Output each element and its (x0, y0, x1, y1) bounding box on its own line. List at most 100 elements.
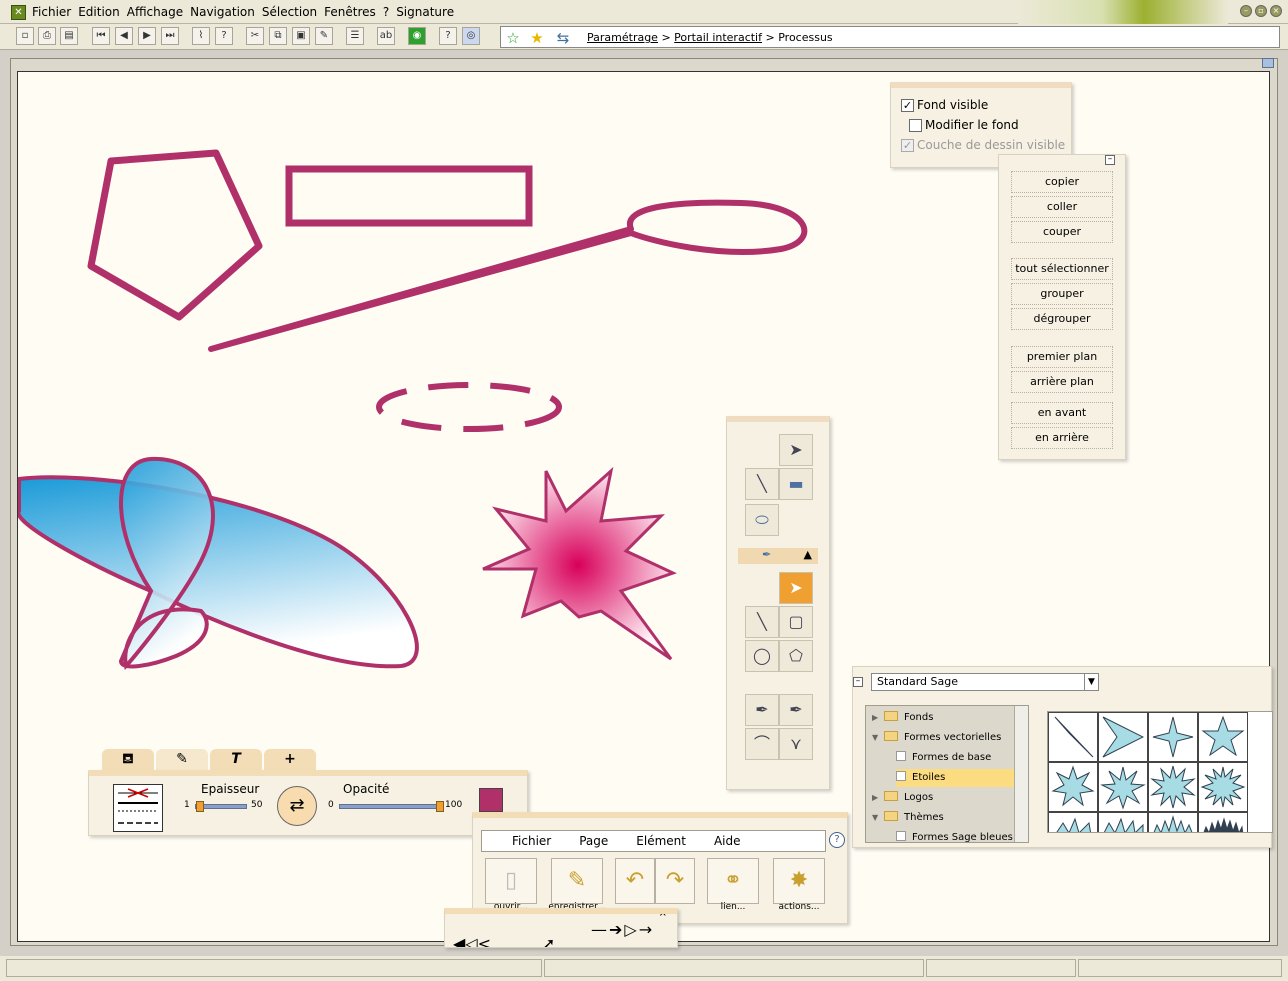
fond-visible-checkbox[interactable]: ✓ (901, 98, 914, 112)
fond-visible-option[interactable]: ✓ Fond visible (901, 98, 988, 112)
fmenu-fichier[interactable]: Fichier (512, 831, 551, 851)
epaisseur-slider-thumb[interactable] (196, 801, 204, 812)
tree-node-formes-de-base[interactable]: Formes de base (896, 749, 991, 767)
modifier-fond-option[interactable]: Modifier le fond (909, 118, 1019, 132)
star-icon[interactable]: ★ (527, 29, 547, 47)
stroke-color-swatch[interactable] (479, 788, 503, 812)
paste-button[interactable]: coller (1011, 196, 1113, 218)
prev-page-icon[interactable]: ◀ (115, 27, 133, 45)
expand-icon[interactable]: ▶ (872, 709, 884, 727)
menu-navigation[interactable]: Navigation (190, 5, 255, 19)
chevron-down-icon[interactable]: ▼ (1084, 674, 1098, 690)
menu-selection[interactable]: Sélection (262, 5, 317, 19)
segment-tool-icon[interactable]: ╲ (745, 606, 779, 638)
preview-icon[interactable]: ▤ (60, 27, 78, 45)
fill-tab-icon[interactable]: ⛾ (102, 749, 154, 770)
swap-icon[interactable]: ⇄ (277, 786, 317, 826)
actions-icon[interactable]: ✸ (773, 858, 825, 904)
pentagon-shape[interactable] (87, 149, 263, 321)
gallery-star-item[interactable] (1198, 812, 1248, 832)
collapse-icon[interactable]: ▼ (872, 809, 884, 827)
gallery-star-item[interactable] (1098, 812, 1148, 832)
select-arrow-icon[interactable]: ➤ (779, 434, 813, 466)
collapse-library-icon[interactable]: – (853, 677, 863, 687)
new-doc-icon[interactable]: ▫ (16, 27, 34, 45)
cut-button[interactable]: couper (1011, 221, 1113, 243)
next-page-icon[interactable]: ▶ (138, 27, 156, 45)
opacite-slider-thumb[interactable] (436, 801, 444, 812)
tree-node-formes-vectorielles[interactable]: ▼ Formes vectorielles (872, 729, 1001, 747)
signpost-icon[interactable]: ⇆ (553, 29, 573, 47)
globe-icon[interactable]: ◉ (408, 27, 426, 45)
text-tab-icon[interactable]: T (210, 749, 262, 770)
split-node-icon[interactable]: ⋎ (779, 728, 813, 760)
undo-icon[interactable]: ↶ (615, 858, 655, 904)
collapse-panel-icon[interactable]: – (1105, 155, 1115, 165)
close-icon[interactable]: × (1270, 5, 1282, 17)
minimize-icon[interactable]: – (1240, 5, 1252, 17)
stroke-tab-icon[interactable]: ✎ (156, 749, 208, 770)
redo-icon[interactable]: ↷ (655, 858, 695, 904)
gradient-curve-shape[interactable] (118, 456, 215, 671)
gallery-star-item[interactable] (1198, 712, 1248, 762)
attach-icon[interactable]: ⌇ (192, 27, 210, 45)
gallery-star-item[interactable] (1148, 812, 1198, 832)
gradient-freeform-shape[interactable] (18, 475, 419, 669)
fmenu-page[interactable]: Page (579, 831, 608, 851)
breadcrumb-parametrage[interactable]: Paramétrage (587, 31, 658, 44)
menu-help[interactable]: ? (383, 5, 389, 19)
menu-affichage[interactable]: Affichage (127, 5, 183, 19)
tree-node-logos[interactable]: ▶ Logos (872, 789, 933, 807)
collapse-arrow-icon[interactable]: ▲ (804, 548, 812, 562)
pen-tool-selector[interactable]: ✒ ▲ (738, 548, 818, 564)
bring-to-front-button[interactable]: premier plan (1011, 346, 1113, 368)
node-select-icon[interactable]: ➤ (779, 572, 813, 604)
arrow-lines-row[interactable]: ◀◁< ➚ (453, 934, 555, 947)
rectangle-tool-icon[interactable]: ▬ (779, 468, 813, 500)
remove-node-icon[interactable]: ✒ (745, 694, 779, 726)
ellipse-tool-icon[interactable]: ⬭ (745, 504, 779, 536)
gallery-star-item[interactable] (1098, 712, 1148, 762)
star-outline-icon[interactable]: ☆ (503, 29, 523, 47)
fmenu-element[interactable]: Elément (636, 831, 686, 851)
print-icon[interactable]: ⎙ (38, 27, 56, 45)
group-button[interactable]: grouper (1011, 283, 1113, 305)
help-icon[interactable]: ? (215, 27, 233, 45)
menu-signature[interactable]: Signature (396, 5, 454, 19)
menu-fichier[interactable]: Fichier (32, 5, 71, 19)
copy-icon[interactable]: ⧉ (269, 27, 287, 45)
paste-icon[interactable]: ▣ (292, 27, 310, 45)
restore-icon[interactable]: ▫ (1255, 5, 1267, 17)
gallery-star-item[interactable] (1048, 762, 1098, 812)
opacite-slider[interactable] (339, 801, 444, 812)
text-field-icon[interactable]: ab (377, 27, 395, 45)
question-icon[interactable]: ? (439, 27, 457, 45)
line-tool-icon[interactable]: ╲ (745, 468, 779, 500)
ungroup-button[interactable]: dégrouper (1011, 308, 1113, 330)
web-icon[interactable]: ◎ (462, 27, 480, 45)
library-dropdown[interactable]: Standard Sage ▼ (871, 673, 1099, 691)
gallery-star-item[interactable] (1148, 762, 1198, 812)
add-node-icon[interactable]: ✒ (779, 694, 813, 726)
send-backward-button[interactable]: en arrière (1011, 427, 1113, 449)
polygon-node-icon[interactable]: ⬠ (779, 640, 813, 672)
breadcrumb-portail[interactable]: Portail interactif (674, 31, 762, 44)
add-tab-icon[interactable]: + (264, 749, 316, 770)
rectangle-shape[interactable] (285, 165, 533, 227)
gallery-star-item[interactable] (1198, 762, 1248, 812)
link-icon[interactable]: ⚭ (707, 858, 759, 904)
gallery-star-item[interactable] (1098, 762, 1148, 812)
tree-node-etoiles[interactable]: Etoiles (896, 769, 1014, 787)
dashed-ellipse-shape[interactable] (376, 382, 562, 432)
menu-edition[interactable]: Edition (78, 5, 120, 19)
circle-node-icon[interactable]: ◯ (745, 640, 779, 672)
collapse-icon[interactable]: ▼ (872, 729, 884, 747)
cut-icon[interactable]: ✂ (246, 27, 264, 45)
tree-node-themes[interactable]: ▼ Thèmes (872, 809, 944, 827)
copy-button[interactable]: copier (1011, 171, 1113, 193)
gallery-star-item[interactable] (1048, 712, 1098, 762)
tree-node-formes-sage-bleues[interactable]: Formes Sage bleues (896, 829, 1013, 842)
send-to-back-button[interactable]: arrière plan (1011, 371, 1113, 393)
arrow-heads-row[interactable]: —➔▷→ (591, 920, 654, 939)
convert-node-icon[interactable]: ⌒ (745, 728, 779, 760)
